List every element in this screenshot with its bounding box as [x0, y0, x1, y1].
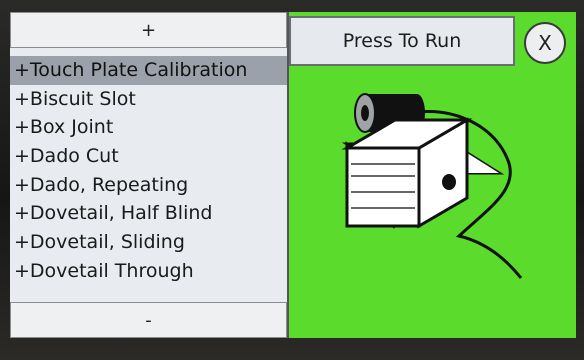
list-item-touch-plate-calibration[interactable]: +Touch Plate Calibration [10, 56, 287, 85]
operation-list-panel: + +Touch Plate Calibration +Biscuit Slot… [10, 12, 289, 338]
list-item-dado-repeating[interactable]: +Dado, Repeating [10, 171, 287, 200]
list-item-dovetail-through[interactable]: +Dovetail Through [10, 257, 287, 286]
list-item-box-joint[interactable]: +Box Joint [10, 113, 287, 142]
touch-screen: + +Touch Plate Calibration +Biscuit Slot… [10, 12, 576, 338]
touch-plate-illustration [341, 93, 523, 279]
list-item-biscuit-slot[interactable]: +Biscuit Slot [10, 85, 287, 114]
list-item-dovetail-half-blind[interactable]: +Dovetail, Half Blind [10, 199, 287, 228]
close-button[interactable]: X [524, 22, 566, 64]
press-to-run-button[interactable]: Press To Run [289, 16, 515, 66]
list-item-dado-cut[interactable]: +Dado Cut [10, 142, 287, 171]
workpiece-block-icon [341, 117, 505, 229]
scroll-up-button[interactable]: + [10, 12, 287, 48]
operation-list: +Touch Plate Calibration +Biscuit Slot +… [10, 56, 287, 300]
list-item-dovetail-sliding[interactable]: +Dovetail, Sliding [10, 228, 287, 257]
run-panel: Press To Run X [289, 12, 576, 338]
scroll-down-button[interactable]: - [10, 302, 287, 338]
